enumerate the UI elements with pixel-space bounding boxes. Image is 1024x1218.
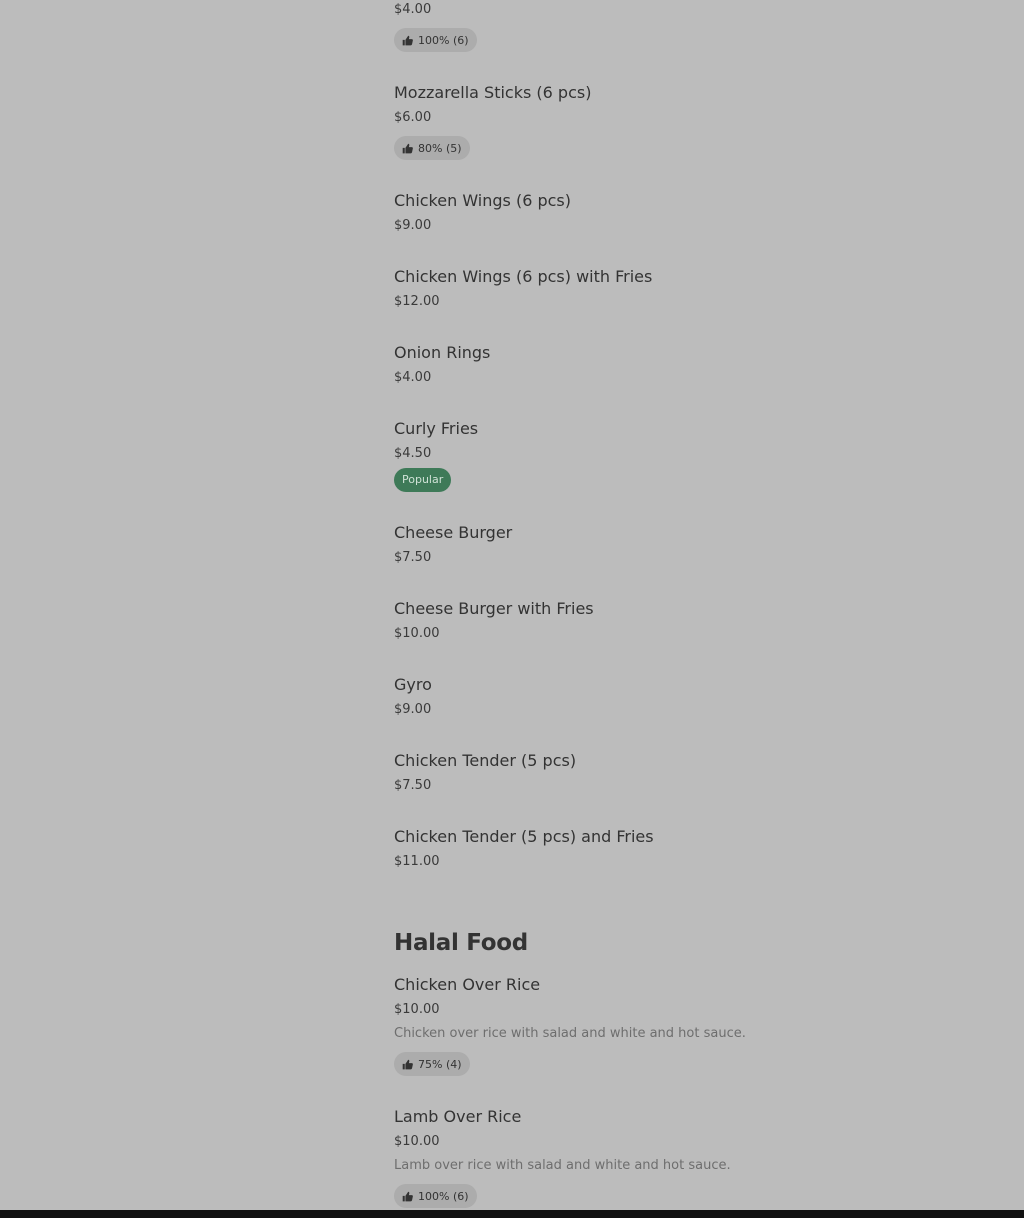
- item-name: Mozzarella Sticks (6 pcs): [394, 83, 592, 102]
- rating-text: 75% (4): [418, 1057, 462, 1071]
- item-price: $7.50: [394, 550, 432, 565]
- menu-item[interactable]: [394, 672, 814, 724]
- item-name: Chicken Over Rice: [394, 975, 541, 994]
- item-price: $10.00: [394, 1002, 440, 1017]
- rating-text: 100% (6): [418, 33, 469, 47]
- bottom-bar: [0, 1210, 1024, 1218]
- item-price: $9.00: [394, 218, 432, 233]
- thumbs-up-icon: [402, 35, 413, 46]
- item-description: Chicken over rice with salad and white a…: [394, 1026, 746, 1041]
- item-name: Cheese Burger: [394, 523, 513, 542]
- item-description: Lamb over rice with salad and white and …: [394, 1158, 731, 1173]
- rating-text: 80% (5): [418, 141, 462, 155]
- item-price: $9.00: [394, 702, 432, 717]
- item-price: $11.00: [394, 854, 440, 869]
- item-name: Gyro: [394, 675, 432, 694]
- item-price: $4.00: [394, 370, 432, 385]
- item-name: Cheese Burger with Fries: [394, 599, 594, 618]
- item-name: Curly Fries: [394, 419, 479, 438]
- item-name: Chicken Tender (5 pcs): [394, 751, 577, 770]
- item-price: $12.00: [394, 294, 440, 309]
- item-price: $7.50: [394, 778, 432, 793]
- item-price: $10.00: [394, 1134, 440, 1149]
- item-price: $6.00: [394, 110, 432, 125]
- item-price: $10.00: [394, 626, 440, 641]
- rating-pill[interactable]: 100% (6): [394, 28, 477, 52]
- rating-pill[interactable]: 75% (4): [394, 1052, 470, 1076]
- rating-pill[interactable]: 100% (6): [394, 1184, 477, 1208]
- section-title: Halal Food: [394, 930, 528, 956]
- rating-text: 100% (6): [418, 1189, 469, 1203]
- item-name: Lamb Over Rice: [394, 1107, 522, 1126]
- thumbs-up-icon: [402, 1191, 413, 1202]
- thumbs-up-icon: [402, 1059, 413, 1070]
- popular-badge: Popular: [394, 468, 452, 492]
- item-name: Chicken Tender (5 pcs) and Fries: [394, 827, 654, 846]
- item-name: Onion Rings: [394, 343, 491, 362]
- item-name: Chicken Wings (6 pcs): [394, 191, 571, 210]
- item-price: $4.50: [394, 446, 432, 461]
- item-price: $4.00: [394, 2, 432, 17]
- item-name: Chicken Wings (6 pcs) with Fries: [394, 267, 653, 286]
- thumbs-up-icon: [402, 143, 413, 154]
- rating-pill[interactable]: 80% (5): [394, 136, 470, 160]
